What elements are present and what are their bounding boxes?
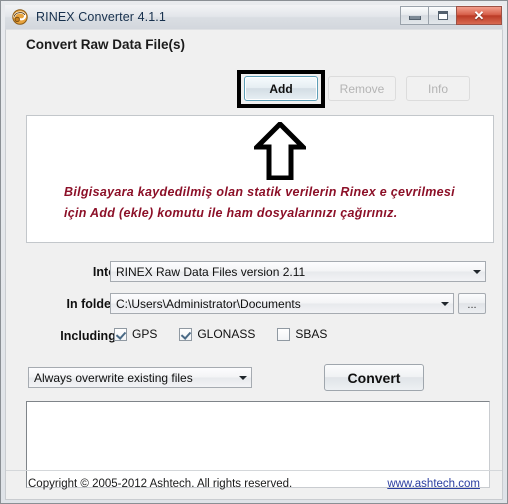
checkbox-glonass-box[interactable] <box>179 327 193 341</box>
title-bar: RINEX Converter 4.1.1 ✕ <box>5 5 503 29</box>
window-controls: ✕ <box>400 6 502 25</box>
instruction-annotation-text: Bilgisayara kaydedilmiş olan statik veri… <box>64 185 455 220</box>
add-button[interactable]: Add <box>244 76 318 101</box>
in-folder-label: In folder: <box>66 297 120 311</box>
website-link[interactable]: www.ashtech.com <box>387 478 480 490</box>
checkbox-gps-box[interactable] <box>114 327 127 341</box>
window-title: RINEX Converter 4.1.1 <box>36 10 166 24</box>
chevron-down-icon[interactable] <box>468 262 485 281</box>
chevron-down-icon[interactable] <box>436 294 453 313</box>
checkbox-gps-label: GPS <box>132 327 158 341</box>
output-folder-combobox[interactable]: C:\Users\Administrator\Documents <box>110 293 454 314</box>
close-icon: ✕ <box>473 8 485 23</box>
client-area: Convert Raw Data File(s) Add Remove Info… <box>5 29 503 500</box>
window-frame: RINEX Converter 4.1.1 ✕ Convert Raw Data… <box>0 0 508 504</box>
convert-button[interactable]: Convert <box>324 364 424 391</box>
output-folder-value: C:\Users\Administrator\Documents <box>116 296 301 311</box>
copyright-text: Copyright © 2005-2012 Ashtech. All right… <box>28 478 293 490</box>
checkbox-sbas[interactable]: SBAS <box>277 327 327 341</box>
chevron-down-icon[interactable] <box>234 368 251 387</box>
checkbox-sbas-label: SBAS <box>295 327 328 341</box>
maximize-icon <box>437 11 448 20</box>
remove-button[interactable]: Remove <box>328 76 396 101</box>
constellation-checkbox-group: GPS GLONASS SBAS <box>114 327 349 341</box>
application-window: RINEX Converter 4.1.1 ✕ Convert Raw Data… <box>0 0 508 504</box>
checkbox-gps[interactable]: GPS <box>114 327 157 341</box>
minimize-icon <box>408 16 421 20</box>
info-button[interactable]: Info <box>406 76 470 101</box>
app-swirl-icon <box>11 8 29 26</box>
output-format-combobox[interactable]: RINEX Raw Data Files version 2.11 <box>110 261 486 282</box>
browse-folder-button[interactable]: ... <box>458 293 486 314</box>
footer-bar: Copyright © 2005-2012 Ashtech. All right… <box>6 470 502 499</box>
overwrite-policy-value: Always overwrite existing files <box>34 370 193 385</box>
checkbox-sbas-box[interactable] <box>277 327 291 341</box>
minimize-button[interactable] <box>400 6 428 25</box>
maximize-button[interactable] <box>428 6 456 25</box>
output-format-value: RINEX Raw Data Files version 2.11 <box>116 264 306 279</box>
overwrite-policy-combobox[interactable]: Always overwrite existing files <box>28 367 252 388</box>
close-button[interactable]: ✕ <box>456 6 502 25</box>
page-title: Convert Raw Data File(s) <box>26 37 186 52</box>
checkbox-glonass-label: GLONASS <box>197 327 256 341</box>
checkbox-glonass[interactable]: GLONASS <box>179 327 255 341</box>
including-label: Including: <box>60 329 120 343</box>
